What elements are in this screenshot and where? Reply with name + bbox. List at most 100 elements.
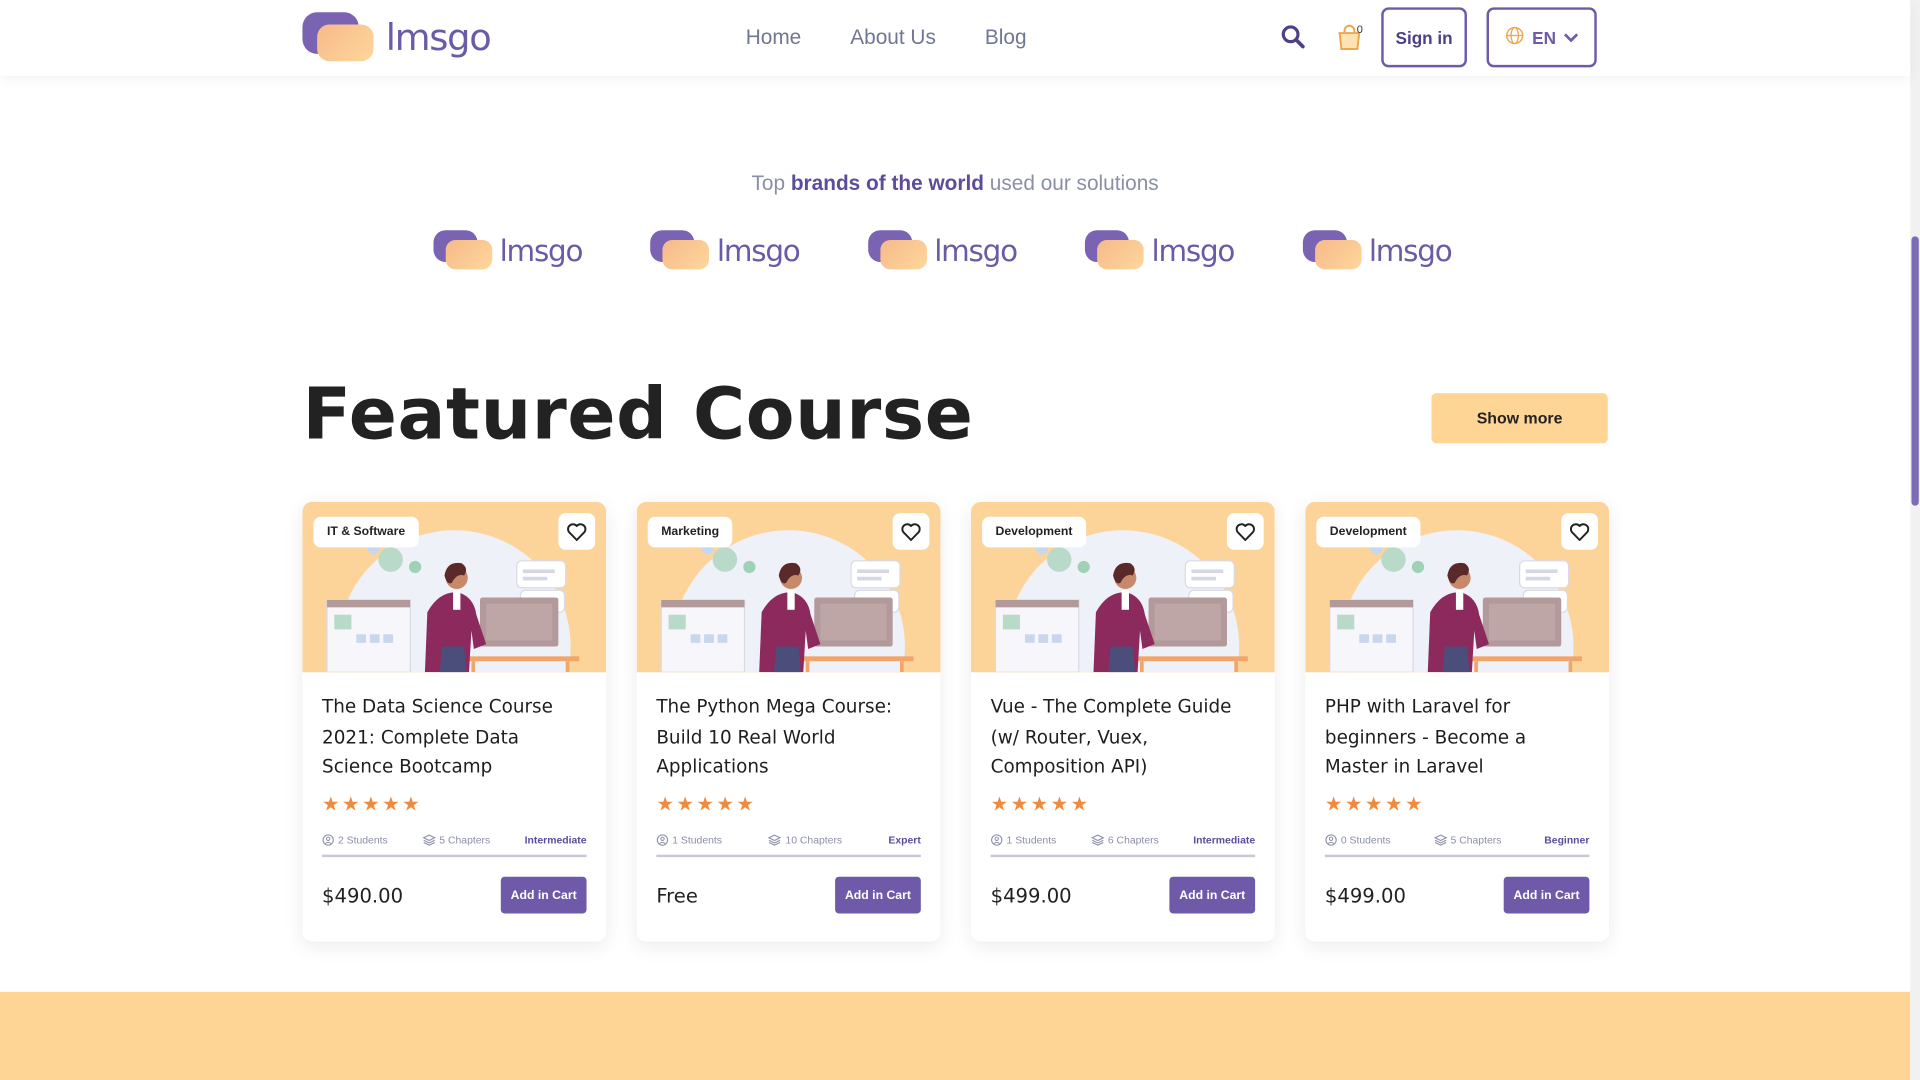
add-in-cart-button[interactable]: Add in Cart bbox=[1503, 876, 1590, 914]
rating-stars: ★ ★ ★ ★ ★ bbox=[322, 792, 586, 816]
star-icon: ★ bbox=[696, 794, 714, 816]
course-thumbnail[interactable]: Marketing bbox=[636, 502, 941, 673]
students-icon bbox=[656, 834, 669, 846]
scrollbar-track[interactable] bbox=[1910, 0, 1920, 1080]
category-badge[interactable]: Development bbox=[982, 516, 1086, 548]
scrollbar-thumb[interactable] bbox=[1911, 236, 1919, 506]
wishlist-heart-icon[interactable] bbox=[1226, 513, 1264, 550]
star-icon: ★ bbox=[342, 794, 360, 816]
course-thumbnail[interactable]: Development bbox=[1305, 502, 1609, 673]
wishlist-heart-icon[interactable] bbox=[892, 513, 930, 550]
course-price: $499.00 bbox=[990, 883, 1072, 907]
brands-heading-post: used our solutions bbox=[983, 171, 1159, 195]
course-card-body: PHP with Laravel for beginners - Become … bbox=[1305, 672, 1609, 914]
chapters-count: 5 Chapters bbox=[1433, 834, 1501, 846]
students-count: 1 Students bbox=[991, 833, 1057, 847]
brand-logo-text: lmsgo bbox=[716, 233, 801, 269]
course-meta: 0 Students 5 Chapters Beginner bbox=[1324, 833, 1590, 858]
level-label: Intermediate bbox=[524, 833, 587, 847]
course-title[interactable]: PHP with Laravel for beginners - Become … bbox=[1325, 692, 1589, 783]
course-list: IT & Software The Data Science Course 20… bbox=[302, 502, 1609, 942]
wishlist-heart-icon[interactable] bbox=[558, 513, 596, 550]
brand-logo: lmsgo bbox=[868, 230, 1018, 272]
course-meta: 1 Students 10 Chapters Expert bbox=[656, 833, 921, 858]
star-icon: ★ bbox=[322, 794, 340, 816]
course-card-footer: $499.00 Add in Cart bbox=[1324, 876, 1590, 914]
chapters-icon bbox=[1090, 834, 1105, 846]
brand-logo: lmsgo bbox=[1302, 230, 1453, 272]
chapters-icon bbox=[422, 834, 436, 846]
course-card-body: The Data Science Course 2021: Complete D… bbox=[302, 672, 606, 914]
language-label: EN bbox=[1532, 27, 1556, 48]
chapters-icon bbox=[1433, 834, 1447, 846]
course-card-footer: $490.00 Add in Cart bbox=[322, 876, 587, 914]
chapters-label: 6 Chapters bbox=[1107, 833, 1159, 847]
course-meta: 2 Students 5 Chapters Intermediate bbox=[322, 833, 587, 858]
course-title[interactable]: The Data Science Course 2021: Complete D… bbox=[322, 692, 586, 783]
chapters-label: 5 Chapters bbox=[439, 833, 491, 847]
category-badge[interactable]: Marketing bbox=[647, 516, 733, 548]
brands-heading-bold: brands of the world bbox=[790, 171, 984, 195]
add-in-cart-button[interactable]: Add in Cart bbox=[835, 876, 921, 914]
nav-home[interactable]: Home bbox=[746, 26, 802, 50]
students-count: 0 Students bbox=[1325, 834, 1391, 846]
course-title[interactable]: The Python Mega Course: Build 10 Real Wo… bbox=[656, 692, 920, 783]
students-icon bbox=[991, 834, 1003, 846]
nav-about-us[interactable]: About Us bbox=[850, 26, 936, 50]
students-label: 1 Students bbox=[672, 833, 723, 847]
sign-in-button[interactable]: Sign in bbox=[1381, 7, 1467, 68]
students-label: 2 Students bbox=[337, 833, 388, 847]
star-icon: ★ bbox=[1010, 794, 1029, 816]
star-icon: ★ bbox=[1384, 794, 1403, 816]
course-title[interactable]: Vue - The Complete Guide (w/ Router, Vue… bbox=[991, 692, 1255, 783]
course-card-footer: $499.00 Add in Cart bbox=[990, 876, 1256, 914]
students-icon bbox=[322, 834, 334, 846]
course-card[interactable]: Development PHP with Laravel for beginne… bbox=[1305, 502, 1609, 942]
chapters-icon bbox=[768, 834, 782, 846]
course-price: $499.00 bbox=[1324, 883, 1406, 907]
nav-blog[interactable]: Blog bbox=[985, 26, 1027, 50]
page: lmsgo Home About Us Blog 0 Sign in EN To… bbox=[0, 0, 1920, 1080]
language-selector[interactable]: EN bbox=[1486, 7, 1597, 68]
star-icon: ★ bbox=[382, 794, 400, 816]
search-icon[interactable] bbox=[1281, 24, 1305, 49]
students-label: 0 Students bbox=[1340, 833, 1391, 847]
category-badge[interactable]: IT & Software bbox=[313, 516, 419, 548]
course-card-body: Vue - The Complete Guide (w/ Router, Vue… bbox=[971, 672, 1275, 914]
wishlist-heart-icon[interactable] bbox=[1561, 513, 1598, 550]
star-icon: ★ bbox=[1030, 794, 1049, 816]
brand-logos: lmsgo lmsgo lmsgo lmsgo lmsgo bbox=[433, 230, 1453, 272]
course-card[interactable]: Marketing The Python Mega Course: Build … bbox=[636, 502, 941, 942]
star-icon: ★ bbox=[362, 794, 380, 816]
brand-logo: lmsgo bbox=[1085, 230, 1236, 272]
course-card[interactable]: Development Vue - The Complete Guide (w/… bbox=[971, 502, 1275, 942]
globe-icon bbox=[1505, 26, 1525, 49]
star-icon: ★ bbox=[736, 794, 754, 816]
add-in-cart-button[interactable]: Add in Cart bbox=[500, 876, 587, 914]
main-nav: Home About Us Blog bbox=[746, 26, 1076, 50]
next-section-band bbox=[0, 991, 1911, 1080]
add-in-cart-button[interactable]: Add in Cart bbox=[1169, 876, 1256, 914]
star-icon: ★ bbox=[402, 794, 420, 816]
students-label: 1 Students bbox=[1006, 833, 1057, 847]
logo-text: lmsgo bbox=[385, 16, 492, 60]
course-thumbnail[interactable]: Development bbox=[971, 502, 1275, 673]
show-more-button[interactable]: Show more bbox=[1431, 393, 1608, 444]
star-icon: ★ bbox=[990, 794, 1009, 816]
brand-logo-text: lmsgo bbox=[1151, 233, 1236, 269]
course-meta: 1 Students 6 Chapters Intermediate bbox=[990, 833, 1256, 858]
star-icon: ★ bbox=[656, 794, 674, 816]
level-label: Beginner bbox=[1544, 833, 1590, 847]
category-badge[interactable]: Development bbox=[1316, 516, 1421, 548]
star-icon: ★ bbox=[1364, 794, 1383, 816]
course-card[interactable]: IT & Software The Data Science Course 20… bbox=[302, 502, 607, 942]
featured-course-title: Featured Course bbox=[302, 372, 974, 456]
course-thumbnail[interactable]: IT & Software bbox=[302, 502, 607, 673]
chapters-count: 10 Chapters bbox=[768, 834, 842, 846]
brand-logo-text: lmsgo bbox=[499, 233, 584, 269]
brand-logo: lmsgo bbox=[650, 230, 801, 272]
rating-stars: ★ ★ ★ ★ ★ bbox=[991, 792, 1255, 816]
brand-logo-text: lmsgo bbox=[934, 233, 1018, 269]
star-icon: ★ bbox=[1324, 794, 1343, 816]
site-logo[interactable]: lmsgo bbox=[302, 12, 492, 63]
